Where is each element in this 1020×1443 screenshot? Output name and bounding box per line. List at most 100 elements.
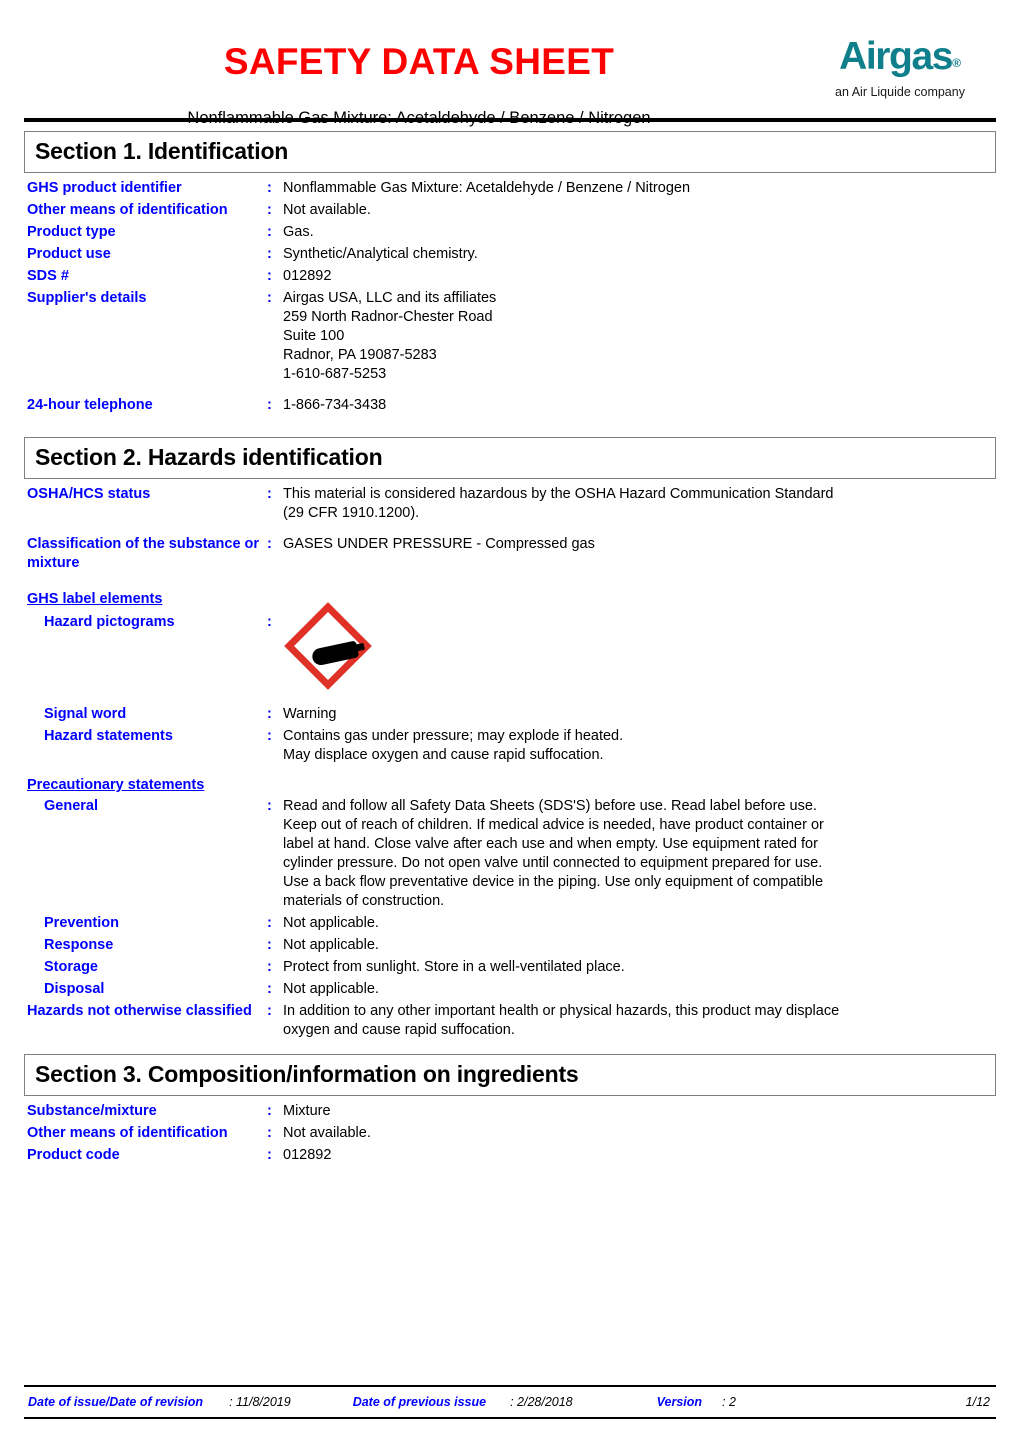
field-colon: :: [267, 224, 272, 240]
field-value: Gas.: [283, 224, 314, 240]
field-label: Storage: [44, 959, 98, 975]
field-row-ghs-product-identifier: GHS product identifier : Nonflammable Ga…: [24, 179, 996, 198]
field-value: Protect from sunlight. Store in a well-v…: [283, 959, 625, 975]
field-row-signal-word: Signal word : Warning: [24, 705, 996, 724]
field-label: Response: [44, 937, 114, 953]
field-row-precautionary-general: General : Read and follow all Safety Dat…: [24, 797, 996, 911]
footer-previous-issue-label: Date of previous issue: [352, 1395, 487, 1409]
field-label: Classification of the substance or mixtu…: [27, 536, 260, 571]
field-row-product-use: Product use : Synthetic/Analytical chemi…: [24, 245, 996, 264]
field-colon: :: [267, 915, 272, 931]
page-footer: Date of issue/Date of revision : 11/8/20…: [24, 1385, 996, 1419]
section-1-header: Section 1. Identification: [24, 131, 996, 173]
field-label: Product type: [27, 224, 116, 240]
field-row-hazard-pictograms: Hazard pictograms :: [24, 602, 996, 705]
field-label: Product code: [27, 1147, 120, 1163]
field-row-hazards-not-otherwise-classified: Hazards not otherwise classified : In ad…: [24, 1002, 996, 1040]
field-value: 1-866-734-3438: [283, 397, 387, 413]
field-colon: :: [267, 937, 272, 953]
field-row-product-code: Product code : 012892: [24, 1146, 996, 1165]
sds-page: SAFETY DATA SHEET Nonflammable Gas Mixtu…: [0, 0, 1020, 1443]
section-3-title: Section 3. Composition/information on in…: [35, 1061, 579, 1087]
field-value: Not available.: [283, 202, 371, 218]
field-value: 012892: [283, 1147, 332, 1163]
field-row-24-hour-telephone: 24-hour telephone : 1-866-734-3438: [24, 396, 996, 415]
field-colon: :: [267, 268, 272, 284]
field-colon: :: [267, 246, 272, 262]
section-2-title: Section 2. Hazards identification: [35, 444, 383, 470]
field-row-precautionary-storage: Storage : Protect from sunlight. Store i…: [24, 958, 996, 977]
field-colon: :: [267, 1103, 272, 1119]
field-label: Hazard statements: [44, 728, 173, 744]
field-value: In addition to any other important healt…: [283, 1003, 840, 1038]
field-colon: :: [267, 536, 272, 552]
section-2-header: Section 2. Hazards identification: [24, 437, 996, 479]
field-row-substance-mixture: Substance/mixture : Mixture: [24, 1102, 996, 1121]
field-colon: :: [267, 706, 272, 722]
gas-cylinder-glyph: [297, 615, 373, 691]
field-value: Contains gas under pressure; may explode…: [283, 728, 624, 763]
field-row-precautionary-prevention: Prevention : Not applicable.: [24, 914, 996, 933]
section-3-fields: Substance/mixture : Mixture Other means …: [24, 1096, 996, 1165]
document-header: SAFETY DATA SHEET Nonflammable Gas Mixtu…: [24, 0, 996, 128]
field-value: Warning: [283, 706, 337, 722]
field-label: Other means of identification: [27, 1125, 228, 1141]
product-subtitle: Nonflammable Gas Mixture: Acetaldehyde /…: [187, 109, 651, 127]
field-row-sds-number: SDS # : 012892: [24, 267, 996, 286]
field-colon: :: [267, 486, 272, 502]
field-label: Disposal: [44, 981, 105, 997]
field-row-classification: Classification of the substance or mixtu…: [24, 535, 996, 573]
field-colon: :: [267, 981, 272, 997]
section-1-fields: GHS product identifier : Nonflammable Ga…: [24, 173, 996, 415]
field-value: Not available.: [283, 1125, 371, 1141]
section-2-fields: OSHA/HCS status : This material is consi…: [24, 479, 996, 1040]
field-colon: :: [267, 614, 272, 630]
field-row-other-means-of-identification-s3: Other means of identification : Not avai…: [24, 1124, 996, 1143]
field-label: Product use: [27, 246, 111, 262]
field-value: Nonflammable Gas Mixture: Acetaldehyde /…: [283, 180, 691, 196]
field-value: Not applicable.: [283, 937, 379, 953]
field-colon: :: [267, 397, 272, 413]
field-colon: :: [267, 180, 272, 196]
registered-mark-icon: ®: [952, 56, 961, 70]
footer-previous-issue-value: : 2/28/2018: [510, 1395, 573, 1409]
airgas-logo: Airgas® an Air Liquide company: [810, 36, 990, 100]
field-value: Synthetic/Analytical chemistry.: [283, 246, 478, 262]
field-label: Substance/mixture: [27, 1103, 157, 1119]
field-label: Prevention: [44, 915, 119, 931]
airgas-logo-text: Airgas: [839, 35, 953, 78]
section-3-header: Section 3. Composition/information on in…: [24, 1054, 996, 1096]
field-label: Supplier's details: [27, 290, 147, 306]
field-value: 012892: [283, 268, 332, 284]
pictogram-container: [283, 602, 996, 705]
footer-version-value: : 2: [722, 1395, 736, 1409]
field-colon: :: [267, 1125, 272, 1141]
field-colon: :: [267, 1147, 272, 1163]
field-label: Hazards not otherwise classified: [27, 1003, 252, 1019]
field-colon: :: [267, 959, 272, 975]
airgas-logo-tagline: an Air Liquide company: [835, 85, 965, 99]
field-label: SDS #: [27, 268, 69, 284]
field-value: This material is considered hazardous by…: [283, 486, 834, 521]
field-row-precautionary-disposal: Disposal : Not applicable.: [24, 980, 996, 999]
field-value: Not applicable.: [283, 981, 379, 997]
field-colon: :: [267, 1003, 272, 1019]
field-colon: :: [267, 728, 272, 744]
field-value: Not applicable.: [283, 915, 379, 931]
field-label: 24-hour telephone: [27, 397, 153, 413]
field-row-osha-hcs-status: OSHA/HCS status : This material is consi…: [24, 485, 996, 523]
precautionary-statements-heading: Precautionary statements: [27, 777, 205, 793]
field-value: Mixture: [283, 1103, 331, 1119]
field-value: GASES UNDER PRESSURE - Compressed gas: [283, 536, 595, 552]
field-value: Airgas USA, LLC and its affiliates 259 N…: [283, 290, 497, 382]
footer-issue-label: Date of issue/Date of revision: [28, 1395, 204, 1409]
field-label: Other means of identification: [27, 202, 228, 218]
field-colon: :: [267, 202, 272, 218]
field-label: GHS product identifier: [27, 180, 182, 196]
field-colon: :: [267, 290, 272, 306]
footer-version-label: Version: [656, 1395, 703, 1409]
section-1-title: Section 1. Identification: [35, 138, 289, 164]
field-value: Read and follow all Safety Data Sheets (…: [283, 798, 824, 909]
field-row-hazard-statements: Hazard statements : Contains gas under p…: [24, 727, 996, 765]
ghs-label-elements-heading: GHS label elements: [27, 591, 163, 607]
